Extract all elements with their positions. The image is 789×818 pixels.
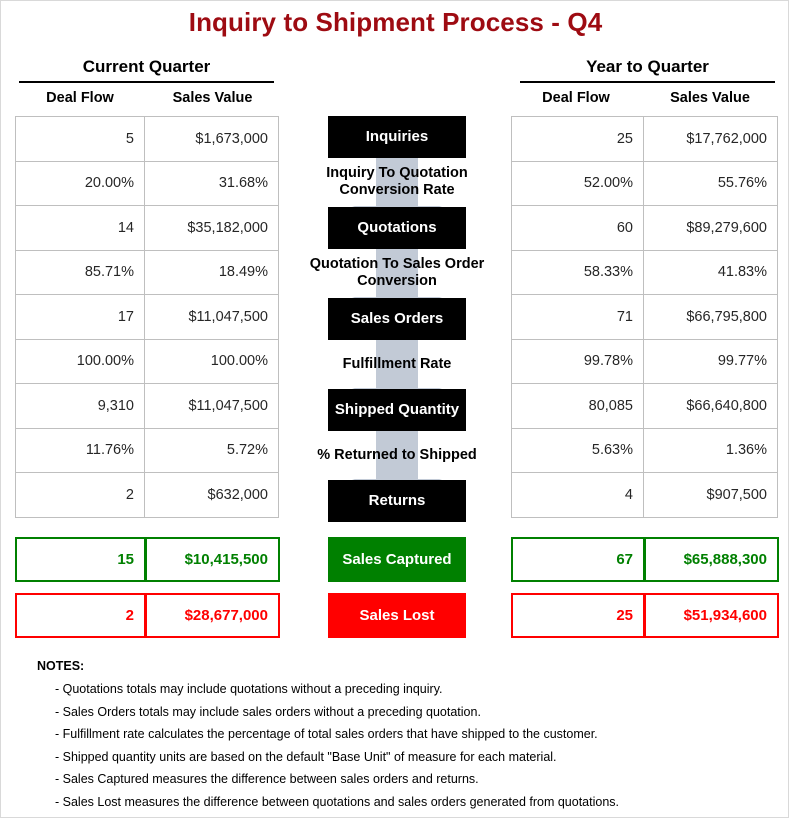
notes-section: NOTES: - Quotations totals may include q… (37, 659, 757, 817)
left-sales-captured-row: 15 $10,415,500 (15, 537, 280, 582)
stage-sales-orders: Sales Orders (328, 298, 466, 340)
right-column-headers: Deal Flow Sales Value (511, 90, 779, 106)
cell-deal-flow: 2 (15, 472, 145, 518)
cell-deal-flow: 15 (117, 551, 134, 568)
cell-deal-flow: 5 (15, 116, 145, 162)
cell-deal-flow: 80,085 (511, 383, 644, 429)
cell-sales-value: $11,047,500 (144, 383, 279, 429)
note-line: - Quotations totals may include quotatio… (55, 682, 443, 696)
cell-deal-flow: 14 (15, 205, 145, 251)
left-panel-header: Current Quarter (19, 57, 274, 83)
cell-sales-value: $632,000 (144, 472, 279, 518)
stage-quotations: Quotations (328, 207, 466, 249)
cell-deal-flow: 60 (511, 205, 644, 251)
cell-sales-value: 55.76% (643, 160, 778, 206)
page-title: Inquiry to Shipment Process - Q4 (188, 7, 603, 37)
table-row: 14 $35,182,000 (15, 205, 280, 251)
cell-sales-value: $907,500 (643, 472, 778, 518)
cell-deal-flow: 5.63% (511, 427, 644, 473)
table-row: 4 $907,500 (511, 472, 779, 518)
table-row: 2 $632,000 (15, 472, 280, 518)
stage-shipped-quantity: Shipped Quantity (328, 389, 466, 431)
metric-percent-returned-to-shipped: % Returned to Shipped (317, 446, 477, 463)
cell-deal-flow: 99.78% (511, 338, 644, 384)
cell-deal-flow: 100.00% (15, 338, 145, 384)
left-column-headers: Deal Flow Sales Value (15, 90, 280, 106)
right-col-header-deal-flow: Deal Flow (542, 90, 610, 106)
left-col-header-deal-flow: Deal Flow (46, 90, 114, 106)
cell-deal-flow: 52.00% (511, 160, 644, 206)
table-row: 17 $11,047,500 (15, 294, 280, 340)
stage-inquiries: Inquiries (328, 116, 466, 158)
cell-deal-flow: 2 (125, 607, 134, 624)
cell-sales-value: $65,888,300 (643, 539, 777, 580)
cell-sales-value: $28,677,000 (144, 595, 278, 636)
left-col-header-sales-value: Sales Value (172, 90, 253, 106)
cell-deal-flow: 9,310 (15, 383, 145, 429)
table-row: 99.78% 99.77% (511, 338, 779, 384)
notes-title: NOTES: (37, 659, 85, 673)
note-line: - Sales Orders totals may include sales … (55, 704, 481, 719)
table-row: 85.71% 18.49% (15, 249, 280, 295)
right-sales-captured-row: 67 $65,888,300 (511, 537, 779, 582)
cell-sales-value: $1,673,000 (144, 116, 279, 162)
cell-sales-value: 18.49% (144, 249, 279, 295)
table-row: 9,310 $11,047,500 (15, 383, 280, 429)
cell-sales-value: $10,415,500 (144, 539, 278, 580)
cell-sales-value: $66,795,800 (643, 294, 778, 340)
cell-deal-flow: 85.71% (15, 249, 145, 295)
cell-deal-flow: 20.00% (15, 160, 145, 206)
stage-returns: Returns (328, 480, 466, 522)
right-col-header-sales-value: Sales Value (670, 90, 750, 106)
cell-sales-value: 100.00% (144, 338, 279, 384)
table-row: 58.33% 41.83% (511, 249, 779, 295)
table-row: 80,085 $66,640,800 (511, 383, 779, 429)
note-line: - Sales Lost measures the difference bet… (55, 794, 620, 809)
left-sales-lost-row: 2 $28,677,000 (15, 593, 280, 638)
cell-deal-flow: 25 (511, 116, 644, 162)
flow-sales-captured: Sales Captured (328, 537, 466, 582)
right-sales-lost-row: 25 $51,934,600 (511, 593, 779, 638)
table-row: 5.63% 1.36% (511, 427, 779, 473)
table-row: 25 $17,762,000 (511, 116, 779, 162)
cell-sales-value: $66,640,800 (643, 383, 778, 429)
cell-deal-flow: 25 (616, 607, 633, 624)
report-page: Inquiry to Shipment Process - Q4 Current… (0, 0, 789, 818)
right-panel-header: Year to Quarter (520, 57, 775, 83)
cell-sales-value: $35,182,000 (144, 205, 279, 251)
metric-inquiry-to-quotation: Inquiry To Quotation Conversion Rate (326, 165, 468, 198)
cell-deal-flow: 17 (15, 294, 145, 340)
cell-deal-flow: 11.76% (15, 427, 145, 473)
note-line: - Shipped quantity units are based on th… (55, 749, 557, 764)
cell-sales-value: $51,934,600 (643, 595, 777, 636)
note-line: - Fulfillment rate calculates the percen… (55, 727, 598, 741)
cell-deal-flow: 58.33% (511, 249, 644, 295)
table-row: 71 $66,795,800 (511, 294, 779, 340)
table-row: 52.00% 55.76% (511, 160, 779, 206)
cell-sales-value: 5.72% (144, 427, 279, 473)
cell-sales-value: 31.68% (144, 160, 279, 206)
cell-sales-value: 41.83% (643, 249, 778, 295)
right-data-table: 25 $17,762,000 52.00% 55.76% 60 $89,279,… (511, 116, 779, 518)
cell-sales-value: 1.36% (643, 427, 778, 473)
table-row: 11.76% 5.72% (15, 427, 280, 473)
cell-sales-value: $89,279,600 (643, 205, 778, 251)
table-row: 100.00% 100.00% (15, 338, 280, 384)
table-row: 20.00% 31.68% (15, 160, 280, 206)
cell-deal-flow: 71 (511, 294, 644, 340)
cell-deal-flow: 4 (511, 472, 644, 518)
note-line: - Sales Captured measures the difference… (55, 772, 479, 786)
cell-deal-flow: 67 (616, 551, 633, 568)
metric-quotation-to-sales-order: Quotation To Sales Order Conversion (309, 256, 485, 289)
left-data-table: 5 $1,673,000 20.00% 31.68% 14 $35,182,00… (15, 116, 280, 518)
table-row: 5 $1,673,000 (15, 116, 280, 162)
cell-sales-value: $11,047,500 (144, 294, 279, 340)
process-flow: Inquiries Inquiry To Quotation Conversio… (310, 116, 484, 656)
cell-sales-value: 99.77% (643, 338, 778, 384)
cell-sales-value: $17,762,000 (643, 116, 778, 162)
flow-sales-lost: Sales Lost (328, 593, 466, 638)
metric-fulfillment-rate: Fulfillment Rate (342, 355, 452, 372)
table-row: 60 $89,279,600 (511, 205, 779, 251)
